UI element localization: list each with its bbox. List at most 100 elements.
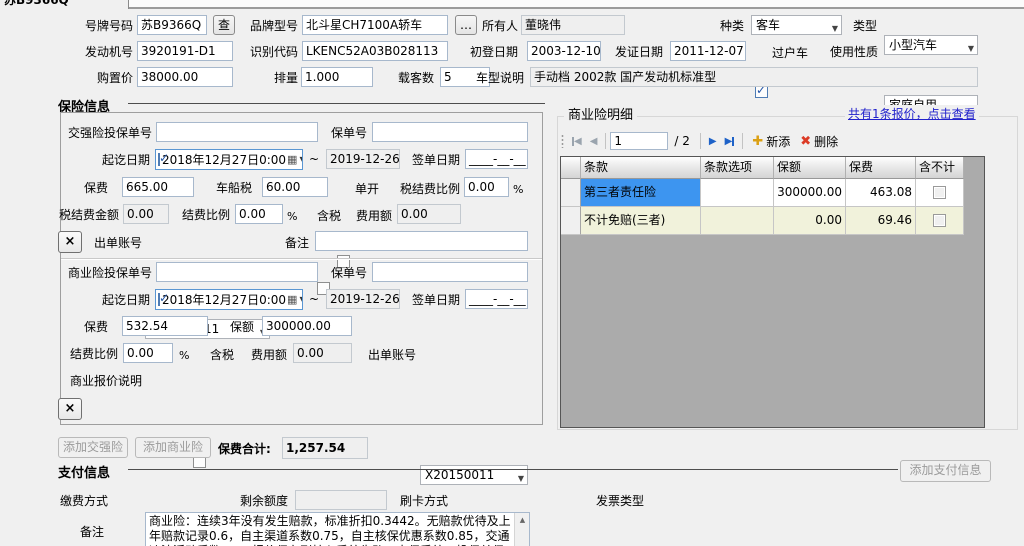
owner-label: 所有人 xyxy=(481,19,518,33)
tax-rate-input[interactable]: 0.00 xyxy=(464,177,509,197)
compulsory-policyno-label: 保单号 xyxy=(330,126,367,140)
compulsory-fee-label: 费用额 xyxy=(355,209,392,223)
compulsory-period-checkbox[interactable] xyxy=(158,151,169,166)
brand-input[interactable]: 北斗星CH7100A轿车 xyxy=(302,15,448,35)
compulsory-clear-button[interactable]: × xyxy=(58,231,82,253)
insurance-section-rule xyxy=(128,103,545,104)
quote-count-link[interactable]: 共有1条报价，点击查看 xyxy=(845,105,979,122)
col-clause[interactable]: 条款 xyxy=(581,157,701,179)
vin-input[interactable]: LKENC52A03B028113 xyxy=(302,41,448,61)
commercial-policyno-input[interactable] xyxy=(372,262,528,282)
nav-next-button[interactable]: ▶ xyxy=(705,132,721,150)
commercial-appno-input[interactable] xyxy=(156,262,318,282)
first-reg-input[interactable]: 2003-12-10 xyxy=(527,41,601,61)
nodeduct-checkbox[interactable] xyxy=(933,214,946,227)
issue-label: 发证日期 xyxy=(614,45,663,59)
compulsory-start-datepicker[interactable]: 2018年12月27日 0:00 ▦ ▼ xyxy=(155,149,303,170)
chevron-down-icon[interactable]: ▼ xyxy=(299,295,302,304)
cell-clause[interactable]: 第三者责任险 xyxy=(581,179,701,207)
plate-search-button[interactable]: 查 xyxy=(213,15,235,35)
add-payment-button[interactable]: 添加支付信息 xyxy=(900,460,991,482)
displacement-input[interactable]: 1.000 xyxy=(301,67,373,87)
col-premium[interactable]: 保费 xyxy=(846,157,916,179)
delete-row-button[interactable]: ✖ 删除 xyxy=(795,133,843,150)
commercial-period-checkbox[interactable] xyxy=(158,291,169,306)
toolbar-grip[interactable] xyxy=(561,134,564,148)
col-nodeduct[interactable]: 含不计 xyxy=(916,157,964,179)
compulsory-sign-label: 签单日期 xyxy=(411,153,460,167)
commercial-account-select[interactable]: X20150011 ▼ xyxy=(420,465,528,485)
quote-scrollbar[interactable]: ▲ ▼ xyxy=(514,513,529,546)
nav-prev-button[interactable]: ◀ xyxy=(586,132,602,150)
payment-section-rule xyxy=(128,469,898,470)
nav-last-button[interactable]: ▶ xyxy=(721,132,739,150)
commercial-fee-field: 0.00 xyxy=(293,343,352,363)
nav-prev-icon: ◀ xyxy=(589,135,598,147)
displacement-label: 排量 xyxy=(273,71,298,85)
add-commercial-button[interactable]: 添加商业险 xyxy=(135,437,211,458)
cell-amount[interactable]: 0.00 xyxy=(774,207,846,235)
col-amount[interactable]: 保额 xyxy=(774,157,846,179)
row-selector[interactable] xyxy=(561,207,581,235)
quote-desc-box[interactable]: 商业险：连续3年没有发生赔款，标准折扣0.3442。无赔款优待及上年赔款记录0.… xyxy=(145,512,530,546)
issue-input[interactable]: 2011-12-07 xyxy=(670,41,746,61)
engine-input[interactable]: 3920191-D1 xyxy=(137,41,233,61)
tax-amount-field: 0.00 xyxy=(123,204,169,224)
payment-section-title: 支付信息 xyxy=(58,466,111,481)
commercial-amount-input[interactable]: 300000.00 xyxy=(262,316,352,336)
brand-more-button[interactable]: … xyxy=(455,15,477,35)
settle-rate-percent: % xyxy=(179,349,190,362)
col-option[interactable]: 条款选项 xyxy=(701,157,774,179)
active-tab[interactable]: 苏B9366Q xyxy=(0,0,129,9)
table-row[interactable]: 第三者责任险 300000.00 463.08 xyxy=(561,179,984,207)
compulsory-settle-rate-input[interactable]: 0.00 xyxy=(235,204,283,224)
clause-grid: 条款 条款选项 保额 保费 含不计 第三者责任险 300000.00 463.0… xyxy=(560,156,985,428)
compulsory-remark-input[interactable] xyxy=(315,231,528,251)
cell-amount[interactable]: 300000.00 xyxy=(774,179,846,207)
page-number-input[interactable]: 1 xyxy=(610,132,669,150)
cell-nodeduct[interactable] xyxy=(916,179,964,207)
delete-icon: ✖ xyxy=(800,133,812,149)
table-row[interactable]: 不计免赔(三者) 0.00 69.46 xyxy=(561,207,984,235)
compulsory-end-date-field: 2019-12-26 xyxy=(326,149,400,169)
chevron-down-icon[interactable]: ▼ xyxy=(299,155,302,164)
cell-option[interactable] xyxy=(701,207,774,235)
nav-next-icon: ▶ xyxy=(708,135,717,147)
commercial-premium-input[interactable]: 532.54 xyxy=(122,316,208,336)
quote-desc-text: 商业险：连续3年没有发生赔款，标准折扣0.3442。无赔款优待及上年赔款记录0.… xyxy=(149,514,511,546)
type-select[interactable]: 小型汽车 ▼ xyxy=(884,35,978,55)
nav-first-button[interactable]: ◀ xyxy=(568,132,586,150)
compulsory-premium-input[interactable]: 665.00 xyxy=(122,177,194,197)
insurance-entry-window: 苏B9366Q 号牌号码 苏B9366Q 查 品牌型号 北斗星CH7100A轿车… xyxy=(0,0,1024,546)
commercial-sign-input[interactable]: ____-__-__ xyxy=(465,289,528,309)
commercial-fee-label: 费用额 xyxy=(250,348,287,362)
price-input[interactable]: 38000.00 xyxy=(137,67,233,87)
cell-premium[interactable]: 463.08 xyxy=(846,179,916,207)
brand-label: 品牌型号 xyxy=(249,19,298,33)
cell-clause[interactable]: 不计免赔(三者) xyxy=(581,207,701,235)
transfer-label: 过户车 xyxy=(772,46,809,60)
row-selector[interactable] xyxy=(561,179,581,207)
compulsory-sign-input[interactable]: ____-__-__ xyxy=(465,149,528,169)
chevron-down-icon: ▼ xyxy=(967,44,974,53)
scroll-up-icon[interactable]: ▲ xyxy=(516,513,529,527)
nodeduct-checkbox[interactable] xyxy=(933,186,946,199)
vehicle-tax-input[interactable]: 60.00 xyxy=(262,177,328,197)
period-tilde: ~ xyxy=(309,292,320,306)
add-compulsory-button[interactable]: 添加交强险 xyxy=(58,437,128,458)
kind-select[interactable]: 客车 ▼ xyxy=(751,15,842,35)
add-row-button[interactable]: ✚ 新添 xyxy=(747,133,795,150)
commercial-settle-rate-input[interactable]: 0.00 xyxy=(123,343,173,363)
cell-premium[interactable]: 69.46 xyxy=(846,207,916,235)
cell-nodeduct[interactable] xyxy=(916,207,964,235)
compulsory-appno-input[interactable] xyxy=(156,122,318,142)
calendar-icon: ▦ xyxy=(287,153,298,166)
owner-field: 董晓伟 xyxy=(521,15,625,35)
compulsory-policyno-input[interactable] xyxy=(372,122,528,142)
price-label: 购置价 xyxy=(96,71,133,85)
model-desc-field: 手动档 2002款 国产发动机标准型 xyxy=(530,67,978,87)
plate-input[interactable]: 苏B9366Q xyxy=(137,15,207,35)
cell-option[interactable] xyxy=(701,179,774,207)
commercial-clear-button[interactable]: × xyxy=(58,398,82,420)
commercial-start-datepicker[interactable]: 2018年12月27日 0:00 ▦ ▼ xyxy=(155,289,303,310)
